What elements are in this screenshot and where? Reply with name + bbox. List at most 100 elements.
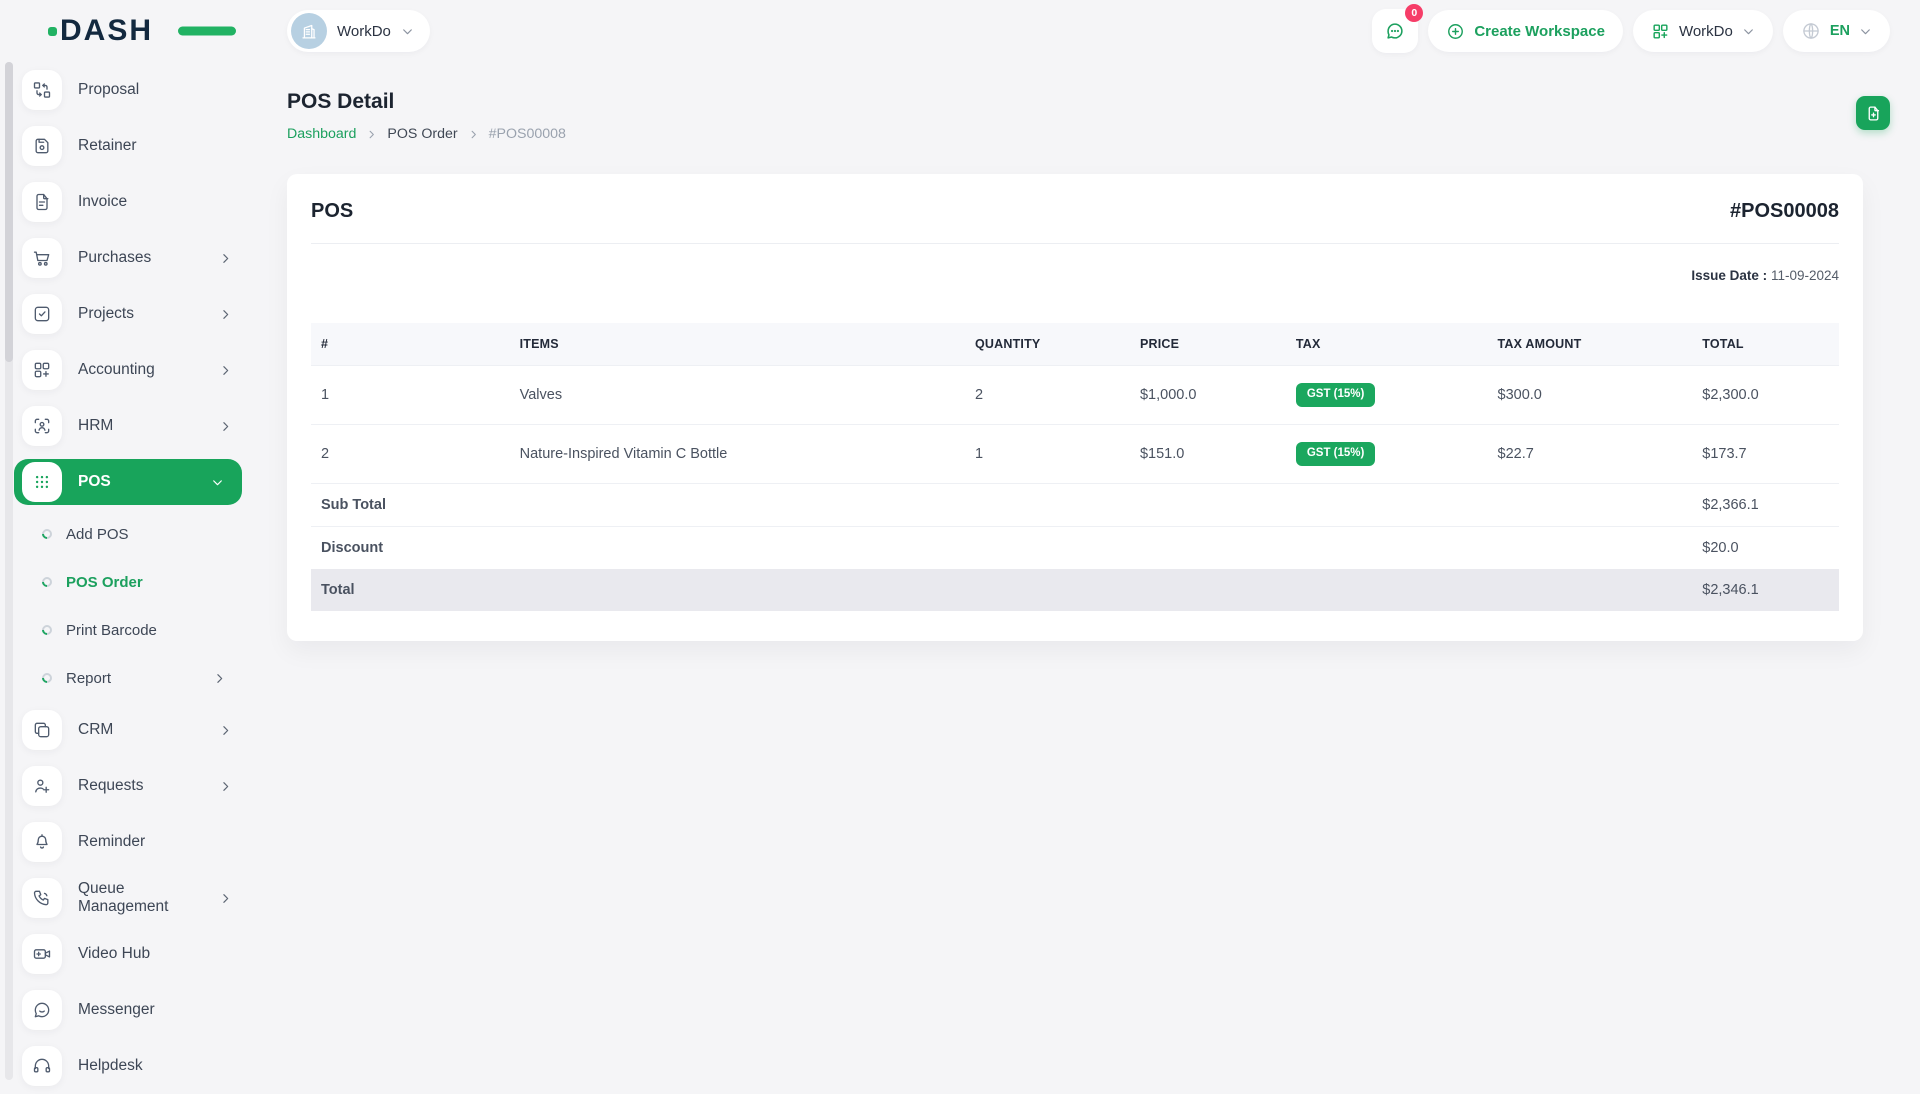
file-export-icon bbox=[1868, 105, 1879, 121]
sidebar-item-label: Helpdesk bbox=[78, 1057, 143, 1074]
col-header-index: # bbox=[311, 323, 510, 366]
sidebar-subitem-pos-order[interactable]: POS Order bbox=[39, 558, 258, 606]
col-header-total: TOTAL bbox=[1692, 323, 1839, 366]
sidebar-item-projects[interactable]: Projects bbox=[22, 286, 258, 342]
card-title: POS bbox=[311, 200, 354, 222]
total-label: Total bbox=[311, 568, 1693, 611]
chevron-down-icon bbox=[1859, 25, 1872, 38]
subtotal-row: Sub Total $2,366.1 bbox=[311, 482, 1839, 527]
sidebar-item-messenger[interactable]: Messenger bbox=[22, 982, 258, 1038]
sidebar-item-label: Purchases bbox=[78, 249, 152, 266]
breadcrumb-current: #POS00008 bbox=[488, 126, 566, 142]
workspace-name: WorkDo bbox=[337, 22, 391, 40]
purchases-icon bbox=[22, 238, 62, 278]
table-header-row: # ITEMS QUANTITY PRICE TAX TAX AMOUNT TO… bbox=[311, 323, 1839, 366]
cell-tax-amount: $300.0 bbox=[1487, 365, 1693, 425]
video-icon bbox=[22, 934, 62, 974]
sidebar-item-label: Accounting bbox=[78, 361, 155, 378]
cell-index: 1 bbox=[311, 365, 510, 425]
logo-dash-icon bbox=[178, 26, 236, 36]
chevron-down-icon bbox=[401, 25, 414, 38]
export-pos-button[interactable] bbox=[1856, 96, 1890, 130]
app-selector-label: WorkDo bbox=[1678, 22, 1733, 40]
sidebar-item-reminder[interactable]: Reminder bbox=[22, 814, 258, 870]
pos-number: #POS00008 bbox=[1730, 200, 1839, 222]
retainer-icon bbox=[22, 126, 62, 166]
bullet-icon bbox=[39, 622, 55, 638]
sidebar-item-label: POS Order bbox=[66, 573, 143, 591]
breadcrumb: Dashboard POS Order #POS00008 bbox=[287, 126, 566, 142]
sidebar-item-purchases[interactable]: Purchases bbox=[22, 230, 258, 286]
sidebar-item-label: Invoice bbox=[78, 193, 128, 210]
app-root: DASH Proposal Retainer Invoice Purchases… bbox=[0, 0, 1920, 1086]
cell-tax-amount: $22.7 bbox=[1487, 423, 1693, 484]
table-row: 2 Nature-Inspired Vitamin C Bottle 1 $15… bbox=[311, 423, 1839, 484]
cell-price: $1,000.0 bbox=[1129, 365, 1286, 425]
bullet-icon bbox=[39, 574, 55, 590]
sidebar-item-label: Requests bbox=[78, 777, 144, 794]
logo[interactable]: DASH bbox=[48, 0, 236, 62]
sidebar-item-retainer[interactable]: Retainer bbox=[22, 118, 258, 174]
proposal-icon bbox=[22, 70, 62, 110]
col-header-tax: TAX bbox=[1285, 323, 1488, 366]
sidebar-item-accounting[interactable]: Accounting bbox=[22, 342, 258, 398]
breadcrumb-dashboard-link[interactable]: Dashboard bbox=[287, 126, 356, 142]
cell-item: Valves bbox=[509, 365, 965, 425]
sidebar-item-proposal[interactable]: Proposal bbox=[22, 62, 258, 118]
reminder-icon bbox=[22, 822, 62, 862]
bullet-icon bbox=[39, 670, 55, 686]
sidebar-item-crm[interactable]: CRM bbox=[22, 702, 258, 758]
sidebar-subitem-report[interactable]: Report bbox=[39, 654, 258, 702]
sidebar-item-video-hub[interactable]: Video Hub bbox=[22, 926, 258, 982]
sidebar-item-pos[interactable]: POS bbox=[14, 459, 242, 505]
chevron-right-icon bbox=[219, 252, 232, 265]
total-row: Total $2,346.1 bbox=[311, 568, 1839, 611]
sidebar-item-invoice[interactable]: Invoice bbox=[22, 174, 258, 230]
chevron-down-icon bbox=[1742, 25, 1755, 38]
issue-date-label: Issue Date : bbox=[1691, 268, 1768, 283]
chevron-right-icon bbox=[219, 892, 232, 905]
sidebar-item-label: Queue Management bbox=[78, 880, 169, 915]
cell-item: Nature-Inspired Vitamin C Bottle bbox=[509, 423, 965, 484]
sidebar-item-hrm[interactable]: HRM bbox=[22, 398, 258, 454]
language-selector[interactable]: EN bbox=[1782, 10, 1890, 52]
discount-row: Discount $20.0 bbox=[311, 525, 1839, 569]
chevron-right-icon bbox=[219, 364, 232, 377]
sidebar-subitem-add-pos[interactable]: Add POS bbox=[39, 510, 258, 558]
chat-icon bbox=[1387, 23, 1403, 39]
sidebar-item-label: Add POS bbox=[66, 525, 129, 543]
pos-grid-icon bbox=[22, 462, 62, 502]
pos-detail-card: POS #POS00008 Issue Date : 11-09-2024 # … bbox=[287, 174, 1863, 641]
subtotal-value: $2,366.1 bbox=[1692, 482, 1839, 527]
sidebar-item-label: Projects bbox=[78, 305, 134, 322]
main-content: WorkDo 0 Create Workspace WorkDo EN POS … bbox=[258, 0, 1920, 1080]
sidebar-item-requests[interactable]: Requests bbox=[22, 758, 258, 814]
app-selector[interactable]: WorkDo bbox=[1632, 10, 1773, 52]
cell-total: $2,300.0 bbox=[1692, 365, 1839, 425]
chevron-right-icon bbox=[468, 129, 479, 140]
cell-index: 2 bbox=[311, 423, 510, 484]
messenger-icon bbox=[22, 990, 62, 1030]
create-workspace-button[interactable]: Create Workspace bbox=[1428, 10, 1623, 52]
chat-button[interactable]: 0 bbox=[1372, 4, 1424, 53]
workspace-selector[interactable]: WorkDo bbox=[287, 10, 430, 52]
queue-icon bbox=[22, 878, 62, 918]
sidebar-scrollbar[interactable] bbox=[5, 62, 13, 1080]
language-label: EN bbox=[1829, 23, 1850, 39]
cell-price: $151.0 bbox=[1129, 423, 1286, 484]
chevron-right-icon bbox=[213, 672, 226, 685]
sidebar-item-helpdesk[interactable]: Helpdesk bbox=[22, 1038, 258, 1094]
sidebar-scrollbar-thumb[interactable] bbox=[5, 62, 13, 362]
bullet-icon bbox=[39, 526, 55, 542]
sidebar-item-queue-management[interactable]: Queue Management bbox=[22, 870, 258, 926]
chat-badge: 0 bbox=[1405, 4, 1424, 22]
divider bbox=[311, 243, 1839, 244]
projects-icon bbox=[22, 294, 62, 334]
workspace-avatar bbox=[291, 13, 327, 49]
create-workspace-label: Create Workspace bbox=[1474, 22, 1605, 40]
sidebar-subitem-print-barcode[interactable]: Print Barcode bbox=[39, 606, 258, 654]
chevron-right-icon bbox=[219, 780, 232, 793]
sidebar-item-label: Proposal bbox=[78, 81, 140, 98]
tax-badge: GST (15%) bbox=[1295, 441, 1376, 466]
table-row: 1 Valves 2 $1,000.0 GST (15%) $300.0 $2,… bbox=[311, 365, 1839, 425]
